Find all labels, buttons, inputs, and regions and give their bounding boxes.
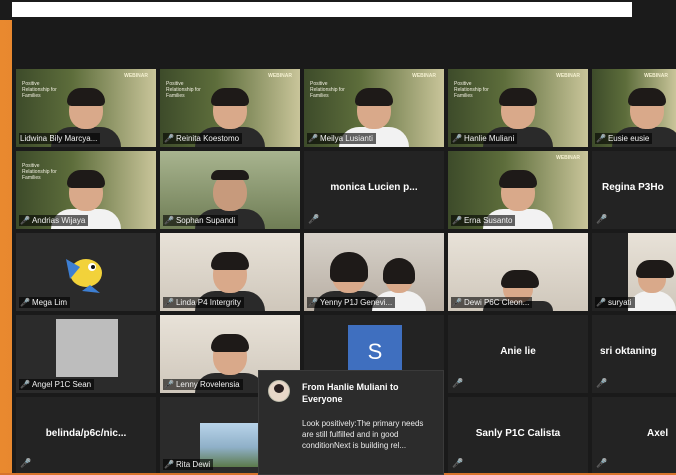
- webinar-tag: WEBINAR: [556, 155, 580, 161]
- participant-tile[interactable]: WEBINAR Positive Relationship for Famili…: [304, 69, 444, 147]
- mic-muted-icon: 🎤: [308, 298, 318, 307]
- participant-tile[interactable]: WEBINAR Positive Relationship for Famili…: [160, 69, 300, 147]
- webinar-tag: WEBINAR: [556, 73, 580, 79]
- participant-name: 🎤 Eusie eusie: [595, 133, 653, 144]
- chat-message-text: Look positively:The primary needs are st…: [302, 419, 424, 450]
- participant-tile[interactable]: 🎤 Sophan Supandi: [160, 151, 300, 229]
- participant-tile[interactable]: monica Lucien p... 🎤: [304, 151, 444, 229]
- participant-name: 🎤 Sophan Supandi: [163, 215, 239, 226]
- chat-sender-title: From Hanlie Muliani to Everyone: [302, 382, 399, 404]
- mic-muted-icon: 🎤: [20, 380, 30, 389]
- participant-tile[interactable]: Regina P3Ho 🎤: [592, 151, 676, 229]
- participant-name: belinda/p6c/nic...: [45, 428, 127, 439]
- sender-avatar: [268, 380, 290, 402]
- participant-name: 🎤 Erna Susanto: [451, 215, 516, 226]
- participant-name: 🎤 Reinita Koestomo: [163, 133, 243, 144]
- participant-name: sri oktaning: [600, 346, 657, 357]
- participant-tile[interactable]: WEBINAR Positive Relationship for Famili…: [448, 69, 588, 147]
- person: [628, 260, 676, 311]
- plush-toy-image: [66, 259, 102, 293]
- participant-tile[interactable]: belinda/p6c/nic... 🎤: [16, 397, 156, 473]
- participant-tile[interactable]: 🎤 Dewi P6C Cleon...: [448, 233, 588, 311]
- participant-name: 🎤 suryati: [595, 297, 635, 308]
- webinar-tag: WEBINAR: [412, 73, 436, 79]
- participant-tile[interactable]: Axel 🎤: [592, 397, 676, 473]
- mic-muted-icon: 🎤: [164, 134, 174, 143]
- participant-tile[interactable]: Anie lie 🎤: [448, 315, 588, 393]
- mic-muted-icon: 🎤: [308, 134, 318, 143]
- participant-tile[interactable]: 🎤 Mega Lim: [16, 233, 156, 311]
- participant-tile[interactable]: 🎤 suryati: [592, 233, 676, 311]
- mic-muted-icon: 🎤: [596, 298, 606, 307]
- participant-tile[interactable]: sri oktaning 🎤: [592, 315, 676, 393]
- app-title-bar: [12, 2, 632, 17]
- participant-tile[interactable]: Positive Relationship for Families 🎤 Andr…: [16, 151, 156, 229]
- participant-name: monica Lucien p...: [330, 182, 418, 193]
- participant-tile[interactable]: WEBINAR 🎤 Eusie eusie: [592, 69, 676, 147]
- participant-name: 🎤 Dewi P6C Cleon...: [451, 297, 533, 308]
- mic-muted-icon: 🎤: [164, 216, 174, 225]
- mic-muted-icon: 🎤: [452, 458, 464, 468]
- participant-name: 🎤 Lenny Rovelensia: [163, 379, 243, 390]
- participant-tile[interactable]: 🎤 Linda P4 Intergrity: [160, 233, 300, 311]
- webinar-tag: WEBINAR: [124, 73, 148, 79]
- mic-muted-icon: 🎤: [452, 134, 462, 143]
- mic-muted-icon: 🎤: [596, 134, 606, 143]
- mic-muted-icon: 🎤: [596, 458, 608, 468]
- mic-muted-icon: 🎤: [452, 216, 462, 225]
- screen-top-bar: [0, 0, 676, 20]
- camera-image: [56, 319, 118, 377]
- mic-muted-icon: 🎤: [20, 216, 30, 225]
- participant-name: 🎤 Rita Dewi: [163, 459, 214, 470]
- participant-name: 🎤 Angel P1C Sean: [19, 379, 95, 390]
- mic-muted-icon: 🎤: [308, 214, 320, 224]
- participant-name: Axel: [647, 428, 669, 439]
- participant-name: 🎤 Hanlie Muliani: [451, 133, 518, 144]
- participant-tile[interactable]: WEBINAR 🎤 Erna Susanto: [448, 151, 588, 229]
- participant-name: 🎤 Linda P4 Intergrity: [163, 297, 244, 308]
- mic-muted-icon: 🎤: [164, 298, 174, 307]
- mic-muted-icon: 🎤: [164, 380, 174, 389]
- participant-video: [628, 233, 676, 311]
- mic-muted-icon: 🎤: [596, 378, 608, 388]
- participant-tile[interactable]: Sanly P1C Calista 🎤: [448, 397, 588, 473]
- participant-tile[interactable]: 🎤 Yenny P1J Genevi...: [304, 233, 444, 311]
- mic-muted-icon: 🎤: [20, 458, 32, 468]
- participant-tile[interactable]: 🎤 Angel P1C Sean: [16, 315, 156, 393]
- participant-name: 🎤 Meilya Lusianti: [307, 133, 376, 144]
- mic-muted-icon: 🎤: [452, 378, 464, 388]
- participant-name: Sanly P1C Calista: [475, 428, 561, 439]
- participant-name: Anie lie: [500, 346, 536, 357]
- webinar-tag: WEBINAR: [268, 73, 292, 79]
- participant-name: 🎤 Mega Lim: [19, 297, 71, 308]
- webinar-tag: WEBINAR: [644, 73, 668, 79]
- chat-notification[interactable]: From Hanlie Muliani to Everyone Look pos…: [258, 370, 444, 475]
- mic-muted-icon: 🎤: [452, 298, 462, 307]
- participant-name: 🎤 Andrias Wijaya: [19, 215, 89, 226]
- mic-muted-icon: 🎤: [596, 214, 608, 224]
- mic-muted-icon: 🎤: [20, 298, 30, 307]
- participant-name: Lidwina Bily Marcya...: [19, 133, 101, 144]
- participant-tile[interactable]: WEBINAR Positive Relationship for Famili…: [16, 69, 156, 147]
- participant-name: 🎤 Yenny P1J Genevi...: [307, 297, 396, 308]
- mic-muted-icon: 🎤: [164, 460, 174, 469]
- participant-name: Regina P3Ho: [602, 182, 664, 193]
